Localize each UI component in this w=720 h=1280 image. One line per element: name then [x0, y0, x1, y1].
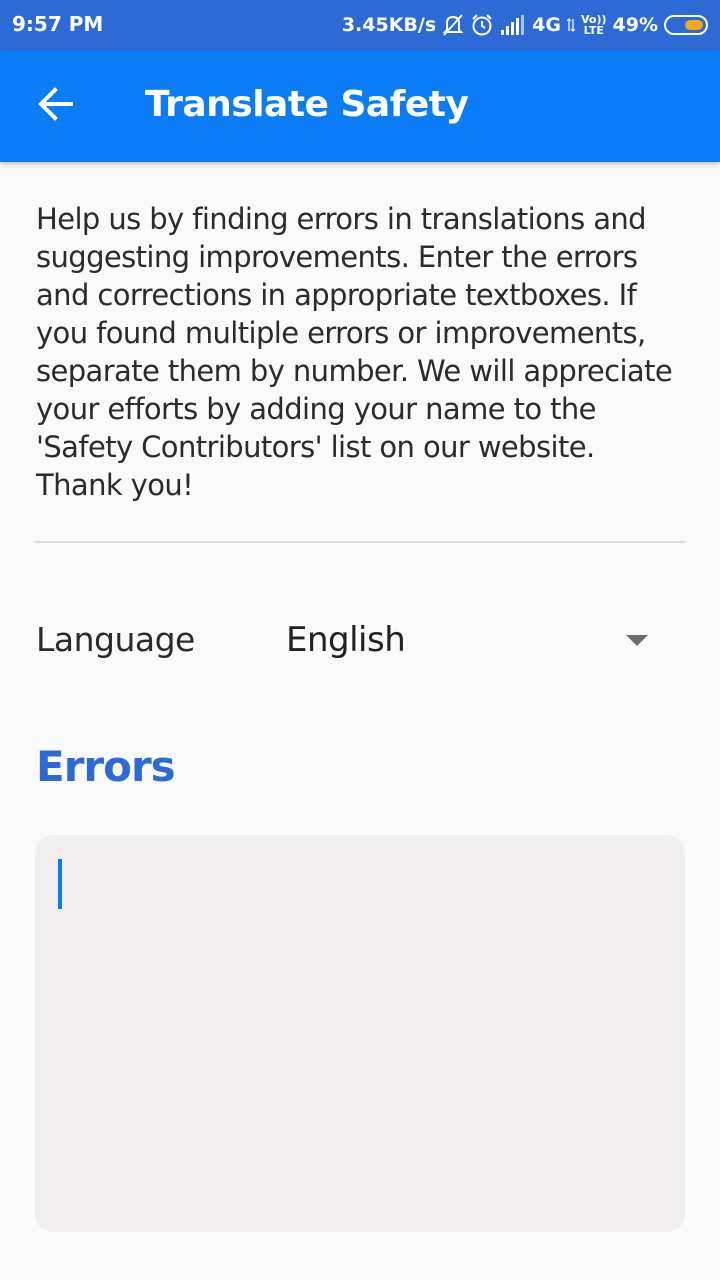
network-speed: 3.45KB/s [341, 14, 437, 36]
arrow-left-icon [38, 86, 74, 126]
status-bar: 9:57 PM 3.45KB/s 4G Vo)) LTE 49% [0, 0, 720, 50]
volte-icon: Vo)) LTE [580, 13, 607, 37]
alarm-icon [470, 13, 494, 37]
data-arrows-icon [566, 17, 575, 33]
language-select[interactable]: English [270, 605, 670, 681]
signal-icon [500, 14, 526, 36]
battery-icon [664, 15, 708, 35]
app-bar: Translate Safety [0, 50, 720, 162]
dropdown-arrow-icon [626, 635, 648, 646]
network-type: 4G [532, 14, 561, 36]
intro-text: Help us by finding errors in translation… [36, 202, 673, 502]
page-title: Translate Safety [145, 84, 469, 125]
errors-heading: Errors [36, 742, 176, 791]
back-button[interactable] [24, 74, 88, 138]
text-cursor [58, 859, 62, 909]
divider [35, 541, 685, 543]
language-selected-value: English [286, 620, 406, 660]
muted-bell-icon [442, 13, 464, 37]
errors-input[interactable] [35, 835, 685, 1232]
battery-percent: 49% [612, 14, 658, 36]
language-label: Language [36, 620, 195, 659]
status-time: 9:57 PM [12, 12, 104, 36]
status-icons: 3.45KB/s 4G Vo)) LTE 49% [342, 10, 708, 40]
